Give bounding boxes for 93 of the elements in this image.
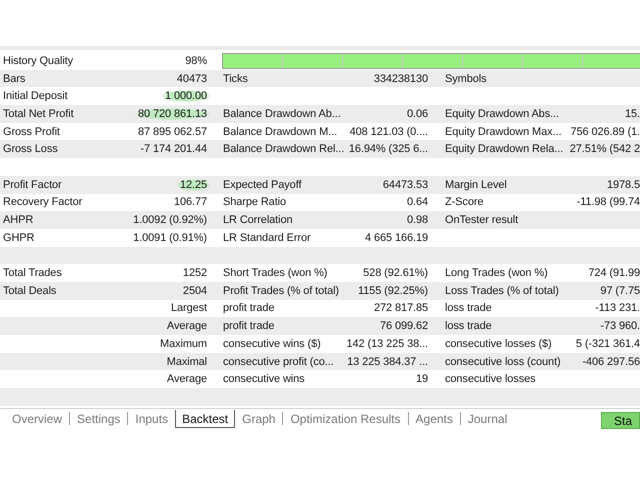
stat-value: -73 960. xyxy=(599,320,640,332)
stat-value: 0.98 xyxy=(406,214,428,226)
stat-label: Initial Deposit xyxy=(3,90,68,102)
stat-label: Equity Drawdown Max... xyxy=(445,126,562,138)
stat-value: 98% xyxy=(184,54,207,67)
tab[interactable]: Agents xyxy=(408,410,460,428)
stat-value: -7 174 201.44 xyxy=(139,143,207,156)
stat-value: 1.0092 (0.92%) xyxy=(132,214,207,226)
stat-label: profit trade xyxy=(223,302,274,314)
stat-label: History Quality xyxy=(3,54,74,67)
stat-label: Bars xyxy=(3,72,26,85)
stat-value: -11.98 (99.74 xyxy=(576,196,640,208)
stat-value: 0.64 xyxy=(406,196,428,208)
stat-value: Largest xyxy=(170,302,207,314)
stat-value: 97 (7.75 xyxy=(599,284,640,297)
stat-label: Balance Drawdown M... xyxy=(223,126,338,138)
stat-value: 5 (-321 361.4 xyxy=(574,338,640,350)
start-button[interactable]: Sta xyxy=(601,412,640,429)
stat-value: Maximum xyxy=(159,338,207,350)
stat-label: Balance Drawdown Ab... xyxy=(223,108,341,120)
stat-label: GHPR xyxy=(3,232,34,244)
stat-value: 528 (92.61%) xyxy=(362,267,428,280)
stat-label: Total Deals xyxy=(3,284,56,297)
tab[interactable]: Inputs xyxy=(128,410,176,428)
stat-label: Gross Profit xyxy=(3,126,60,138)
tab[interactable]: Optimization Results xyxy=(283,410,408,428)
stat-value: -406 297.56 xyxy=(581,356,640,368)
stat-value: 19 xyxy=(414,373,428,386)
stat-value: 80 720 861.13 xyxy=(134,108,210,120)
stat-value: 15. xyxy=(624,108,640,120)
stat-value: 87 895 062.57 xyxy=(136,126,207,138)
stat-label: consecutive wins xyxy=(223,373,305,386)
tab[interactable]: Graph xyxy=(235,410,282,428)
stat-value: 13 225 384.37 ... xyxy=(346,356,428,368)
stat-value: 724 (91.99 xyxy=(587,267,640,280)
stat-label: AHPR xyxy=(3,214,34,226)
stat-value: 2504 xyxy=(182,284,207,297)
stat-label: Loss Trades (% of total) xyxy=(445,284,559,297)
stat-value: 1252 xyxy=(182,267,207,280)
stat-value: 408 121.03 (0.... xyxy=(348,126,428,138)
stat-label: Long Trades (won %) xyxy=(445,267,548,280)
stat-value: 106.77 xyxy=(172,196,207,208)
stat-value: 76 099.62 xyxy=(378,320,428,332)
stat-label: Balance Drawdown Rel... xyxy=(223,143,344,156)
stat-value: 1.0091 (0.91%) xyxy=(132,232,207,244)
stat-value: 1978.5 xyxy=(606,178,640,191)
stat-value: 1 000.00 xyxy=(162,90,210,102)
stat-value: 12.25 xyxy=(176,178,210,191)
stat-label: Z-Score xyxy=(445,196,484,208)
stat-value: 16.94% (325 6... xyxy=(348,143,428,156)
stat-value: 27.51% (542 2 xyxy=(568,143,640,156)
stat-label: Short Trades (won %) xyxy=(223,267,328,280)
stat-label: Ticks xyxy=(223,72,248,85)
stat-label: consecutive losses xyxy=(445,373,536,386)
tab[interactable]: Overview xyxy=(5,410,70,428)
stat-value: 334238130 xyxy=(372,72,428,85)
tab[interactable]: Backtest xyxy=(175,410,236,428)
stat-label: Equity Drawdown Rela... xyxy=(445,143,564,156)
stat-label: profit trade xyxy=(223,320,274,332)
stat-value: 1155 (92.25%) xyxy=(356,284,428,297)
stat-value: 0.06 xyxy=(406,108,428,120)
stat-label: loss trade xyxy=(445,320,492,332)
stat-value: 142 (13 225 38... xyxy=(346,338,428,350)
stat-value: 4 665 166.19 xyxy=(364,232,428,244)
stat-label: Profit Trades (% of total) xyxy=(223,284,339,297)
stat-label: loss trade xyxy=(445,302,492,314)
stat-value: Average xyxy=(166,320,207,332)
stat-label: Total Trades xyxy=(3,267,62,280)
tab[interactable]: Journal xyxy=(460,410,514,428)
stat-label: LR Standard Error xyxy=(223,232,311,244)
stat-label: LR Correlation xyxy=(223,214,293,226)
stat-label: Sharpe Ratio xyxy=(223,196,286,208)
stat-label: consecutive profit (co... xyxy=(223,356,334,368)
stat-value: Average xyxy=(166,373,207,386)
stat-label: consecutive loss (count) xyxy=(445,356,561,368)
stat-label: Symbols xyxy=(445,72,486,85)
tab[interactable]: Settings xyxy=(70,410,128,428)
stat-value: 756 026.89 (1. xyxy=(569,126,640,138)
stat-label: Margin Level xyxy=(445,178,507,191)
stat-label: Total Net Profit xyxy=(3,108,74,120)
stat-label: Expected Payoff xyxy=(223,178,302,191)
stat-value: Maximal xyxy=(166,356,207,368)
stat-label: Equity Drawdown Abs... xyxy=(445,108,559,120)
stat-label: OnTester result xyxy=(445,214,518,226)
stat-value: -113 231. xyxy=(594,302,640,314)
stat-label: Gross Loss xyxy=(3,143,58,156)
stat-label: consecutive wins ($) xyxy=(223,338,321,350)
stat-label: Recovery Factor xyxy=(3,196,82,208)
stat-label: Profit Factor xyxy=(3,178,62,191)
stat-value: 272 817.85 xyxy=(372,302,428,314)
stat-label: consecutive losses ($) xyxy=(445,338,552,350)
stat-value: 40473 xyxy=(176,72,207,85)
stat-value: 64473.53 xyxy=(382,178,428,191)
